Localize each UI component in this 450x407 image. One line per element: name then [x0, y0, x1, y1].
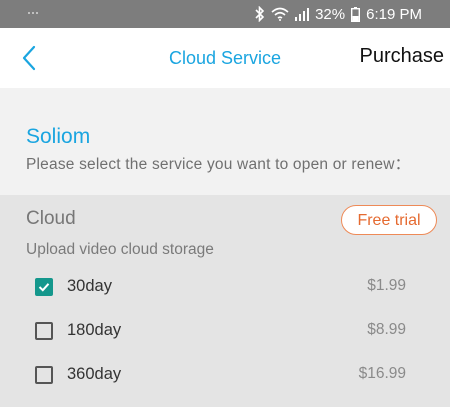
status-bar: 32% 6:19 PM: [0, 0, 450, 28]
bluetooth-icon: [255, 6, 265, 22]
wifi-icon: [271, 7, 289, 21]
option-label: 180day: [67, 321, 122, 339]
plan-name: Cloud: [26, 208, 76, 229]
option-price: $8.99: [367, 321, 406, 338]
option-180day[interactable]: 180day $8.99: [0, 312, 450, 352]
notification-dots-icon: [28, 12, 40, 15]
option-label: 30day: [67, 277, 112, 295]
app-header: Cloud Service Purchase: [0, 28, 450, 88]
checkbox-unchecked-icon[interactable]: [35, 366, 53, 384]
option-label: 360day: [67, 365, 122, 383]
signal-icon: [295, 7, 310, 21]
plan-panel: Cloud Free trial Upload video cloud stor…: [0, 195, 450, 407]
brand-name: Soliom: [26, 125, 91, 148]
instruction-text: Please select the service you want to op…: [26, 156, 411, 173]
battery-text: 32%: [315, 5, 346, 23]
purchase-button[interactable]: Purchase: [360, 45, 445, 68]
battery-icon: [351, 6, 361, 22]
status-indicators: 32% 6:19 PM: [255, 5, 422, 23]
option-30day[interactable]: 30day $1.99: [0, 268, 450, 308]
free-trial-button[interactable]: Free trial: [341, 205, 437, 235]
option-price: $1.99: [367, 277, 406, 294]
checkbox-checked-icon[interactable]: [35, 278, 53, 296]
checkbox-unchecked-icon[interactable]: [35, 322, 53, 340]
option-360day[interactable]: 360day $16.99: [0, 356, 450, 396]
option-price: $16.99: [358, 365, 406, 382]
plan-description: Upload video cloud storage: [26, 241, 214, 258]
service-content: Soliom Please select the service you wan…: [0, 88, 450, 407]
status-time: 6:19 PM: [366, 5, 422, 23]
